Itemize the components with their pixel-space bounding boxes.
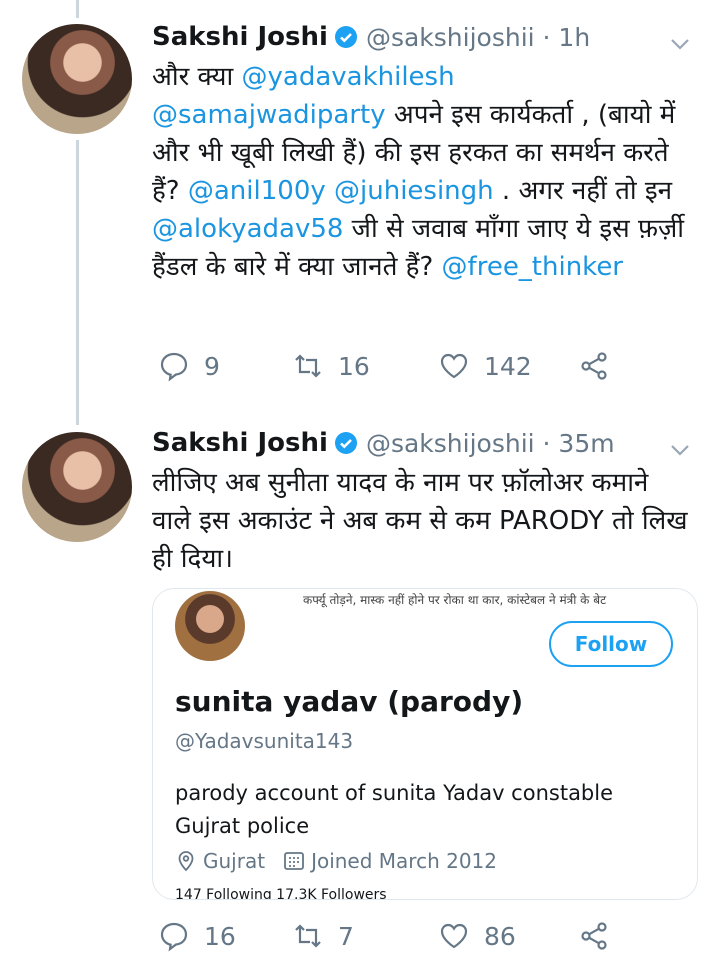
mention-link[interactable]: @juhiesingh: [334, 176, 494, 206]
tweet-text-segment: . अगर नहीं तो इन: [493, 176, 673, 206]
card-profile-meta: Gujrat Joined March 2012: [175, 849, 497, 873]
author-handle[interactable]: @sakshijoshii · 35m: [366, 429, 615, 458]
retweet-icon: [295, 354, 321, 378]
profile-card-screenshot[interactable]: कर्फ्यू तोड़ने, मास्क नहीं होने पर रोका …: [152, 588, 698, 900]
tweet-text-segment: [326, 176, 334, 206]
share-icon: [581, 922, 607, 950]
chevron-down-icon[interactable]: [668, 438, 692, 462]
tweet-header: Sakshi Joshi @sakshijoshii · 1h: [152, 22, 590, 52]
tweet-text-segment: लीजिए अब सुनीता यादव के नाम पर फ़ॉलोअर क…: [152, 468, 688, 574]
card-profile-handle: @Yadavsunita143: [175, 729, 354, 753]
card-profile-name: sunita yadav (parody): [175, 685, 524, 718]
reply-count: 16: [204, 921, 236, 951]
thread-line-top: [76, 0, 79, 18]
tweet-actions: 16 7 86: [152, 920, 672, 960]
like-icon: [440, 353, 468, 379]
like-count: 142: [484, 351, 532, 381]
like-button[interactable]: 86: [438, 920, 516, 952]
verified-badge-icon: [334, 432, 357, 454]
retweet-count: 16: [338, 351, 370, 381]
like-icon: [440, 923, 468, 949]
retweet-button[interactable]: 16: [292, 350, 370, 382]
tweet-text-segment: और क्या: [152, 62, 242, 92]
thread-line-middle: [76, 140, 79, 425]
calendar-icon: [284, 852, 304, 870]
mention-link[interactable]: @samajwadiparty: [152, 100, 386, 130]
tweet-actions: 9 16 142: [152, 350, 672, 390]
share-button[interactable]: [578, 350, 610, 382]
like-button[interactable]: 142: [438, 350, 532, 382]
author-name[interactable]: Sakshi Joshi: [152, 22, 328, 52]
card-joined: Joined March 2012: [311, 849, 498, 873]
reply-icon: [160, 922, 188, 952]
chevron-down-icon[interactable]: [668, 32, 692, 56]
card-stats: 147 Following 17.3K Followers: [175, 887, 387, 900]
retweet-button[interactable]: 7: [292, 920, 354, 952]
author-name[interactable]: Sakshi Joshi: [152, 428, 328, 458]
mention-link[interactable]: @alokyadav58: [152, 214, 343, 244]
mention-link[interactable]: @anil100y: [188, 176, 326, 206]
card-location: Gujrat: [203, 849, 266, 873]
share-icon: [581, 352, 607, 380]
card-profile-bio: parody account of sunita Yadav constable…: [175, 781, 614, 838]
retweet-icon: [295, 924, 321, 948]
card-avatar: [175, 591, 245, 661]
share-button[interactable]: [578, 920, 610, 952]
follow-button[interactable]: Follow: [549, 621, 673, 667]
tweet-text: लीजिए अब सुनीता यादव के नाम पर फ़ॉलोअर क…: [152, 464, 692, 578]
reply-count: 9: [204, 351, 220, 381]
reply-button[interactable]: 9: [158, 350, 220, 382]
location-icon: [178, 851, 194, 872]
tweet-text: और क्या @yadavakhilesh @samajwadiparty अ…: [152, 58, 692, 286]
reply-button[interactable]: 16: [158, 920, 236, 952]
card-banner-text: कर्फ्यू तोड़ने, मास्क नहीं होने पर रोका …: [303, 593, 607, 607]
mention-link[interactable]: @free_thinker: [442, 252, 623, 282]
mention-link[interactable]: @yadavakhilesh: [242, 62, 455, 92]
avatar[interactable]: [22, 432, 132, 542]
author-handle[interactable]: @sakshijoshii · 1h: [366, 23, 590, 52]
reply-icon: [160, 352, 188, 382]
avatar[interactable]: [22, 24, 132, 134]
verified-badge-icon: [334, 26, 357, 48]
tweet-header: Sakshi Joshi @sakshijoshii · 35m: [152, 428, 615, 458]
retweet-count: 7: [338, 921, 354, 951]
like-count: 86: [484, 921, 516, 951]
